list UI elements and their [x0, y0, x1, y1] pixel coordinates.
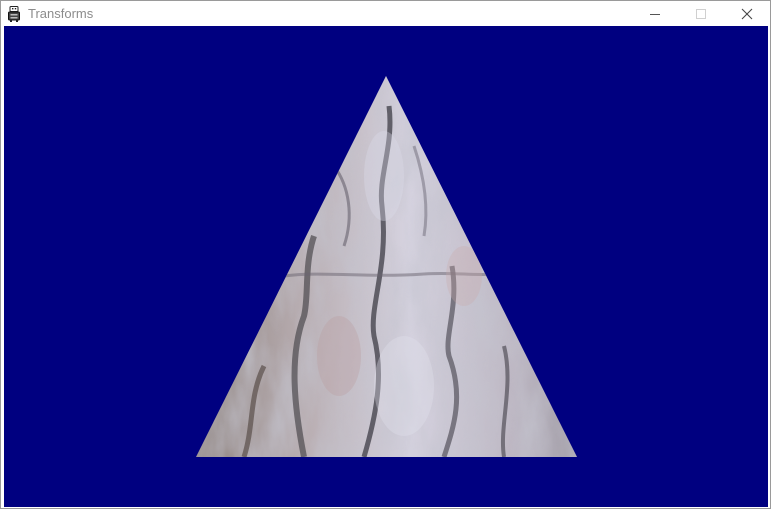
- close-icon: [741, 8, 753, 19]
- app-window: Transforms: [0, 0, 771, 509]
- minimize-button[interactable]: [632, 1, 678, 26]
- window-title: Transforms: [28, 6, 94, 21]
- title-bar[interactable]: Transforms: [1, 1, 770, 26]
- render-viewport[interactable]: [4, 26, 768, 507]
- maximize-icon: [696, 8, 706, 19]
- close-button[interactable]: [724, 1, 770, 26]
- minimize-icon: [650, 13, 660, 15]
- robot-app-icon: [8, 6, 20, 22]
- scene-canvas: [4, 26, 768, 507]
- maximize-button[interactable]: [678, 1, 724, 26]
